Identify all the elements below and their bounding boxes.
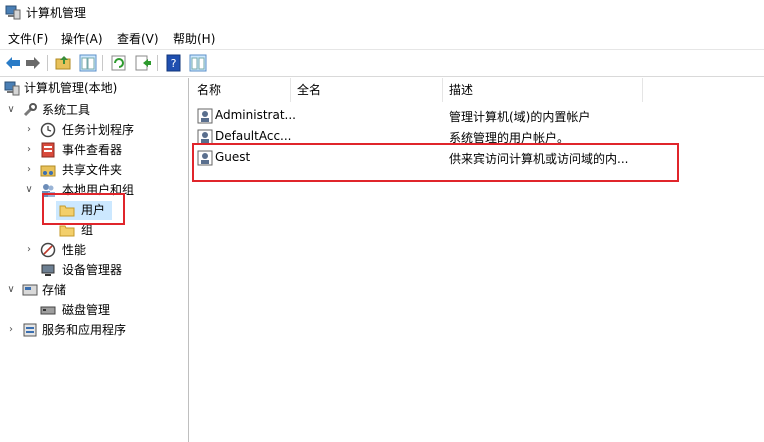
tree-item-task-scheduler[interactable]: › 任务计划程序 (0, 120, 188, 140)
title-bar: 计算机管理 (0, 0, 764, 24)
tools-icon (23, 103, 37, 117)
tree-item-shared-folders[interactable]: › 共享文件夹 (0, 160, 188, 180)
column-header-description[interactable]: 描述 (443, 78, 643, 102)
table-row[interactable]: Administrat... 管理计算机(域)的内置帐户 (191, 105, 764, 127)
chevron-right-icon[interactable]: › (24, 140, 34, 160)
row-description: 管理计算机(域)的内置帐户 (449, 110, 591, 124)
window-title: 计算机管理 (26, 6, 87, 20)
refresh-icon[interactable] (110, 54, 128, 72)
back-arrow-icon[interactable] (4, 54, 22, 72)
help-icon[interactable]: ? (165, 54, 183, 72)
tree-label-disk-management: 磁盘管理 (62, 303, 111, 317)
tree-item-device-manager[interactable]: 设备管理器 (0, 260, 188, 280)
menu-file[interactable]: 文件(F) (8, 30, 48, 47)
user-list: 名称 全名 描述 Administrat... 管理计算机(域)的内置帐户 De… (191, 78, 764, 442)
tree-item-storage[interactable]: ∨ 存储 (0, 280, 188, 300)
chevron-down-icon[interactable]: ∨ (6, 280, 16, 300)
disk-icon (40, 306, 56, 315)
tree-label-root: 计算机管理(本地) (24, 81, 118, 95)
clock-icon (40, 122, 56, 138)
storage-icon (22, 284, 38, 296)
menu-bar: 文件(F) 操作(A) 查看(V) 帮助(H) (0, 26, 764, 48)
tree-item-services-apps[interactable]: › 服务和应用程序 (0, 320, 188, 340)
column-header-name[interactable]: 名称 (191, 78, 291, 102)
tree-label-performance: 性能 (62, 243, 87, 257)
chevron-right-icon[interactable]: › (6, 320, 16, 340)
chevron-right-icon[interactable]: › (24, 240, 34, 260)
svg-text:?: ? (171, 57, 177, 70)
tree-label-event-viewer: 事件查看器 (62, 143, 123, 157)
highlight-box-guest (192, 143, 679, 182)
tree-label-task-scheduler: 任务计划程序 (62, 123, 135, 137)
device-manager-icon (41, 264, 55, 276)
tree-item-performance[interactable]: › 性能 (0, 240, 188, 260)
chevron-right-icon[interactable]: › (24, 160, 34, 180)
row-name: DefaultAcc... (215, 129, 292, 143)
navigation-tree: 计算机管理(本地) ∨ 系统工具 › 任务计划程序 › 事件查看器 › 共享文件… (0, 78, 189, 442)
toolbar: ? (0, 49, 764, 77)
column-header-full-name[interactable]: 全名 (291, 78, 443, 102)
tree-item-system-tools[interactable]: ∨ 系统工具 (0, 100, 188, 120)
user-icon (197, 108, 213, 124)
row-name: Administrat... (215, 108, 296, 122)
computer-management-icon (5, 5, 21, 20)
export-list-icon[interactable] (134, 54, 152, 72)
up-folder-icon[interactable] (55, 54, 73, 72)
menu-help[interactable]: 帮助(H) (173, 30, 215, 47)
forward-arrow-icon[interactable] (24, 54, 42, 72)
services-icon (23, 323, 37, 337)
tree-label-storage: 存储 (42, 283, 67, 297)
tree-label-shared-folders: 共享文件夹 (62, 163, 123, 177)
show-hide-tree-icon[interactable] (79, 54, 97, 72)
tree-label-services-apps: 服务和应用程序 (42, 323, 127, 337)
tree-label-device-manager: 设备管理器 (62, 263, 123, 277)
tree-item-disk-management[interactable]: 磁盘管理 (0, 300, 188, 320)
properties-icon[interactable] (189, 54, 207, 72)
computer-management-icon (4, 81, 20, 96)
performance-icon (40, 242, 56, 258)
event-viewer-icon (41, 142, 55, 158)
chevron-down-icon[interactable]: ∨ (24, 180, 34, 200)
highlight-box-users (42, 193, 125, 225)
menu-view[interactable]: 查看(V) (117, 30, 159, 47)
shared-folder-icon (40, 165, 56, 177)
tree-item-event-viewer[interactable]: › 事件查看器 (0, 140, 188, 160)
chevron-down-icon[interactable]: ∨ (6, 100, 16, 120)
chevron-right-icon[interactable]: › (24, 120, 34, 140)
tree-item-root[interactable]: 计算机管理(本地) (0, 78, 188, 98)
menu-action[interactable]: 操作(A) (61, 30, 103, 47)
tree-label-system-tools: 系统工具 (42, 103, 91, 117)
